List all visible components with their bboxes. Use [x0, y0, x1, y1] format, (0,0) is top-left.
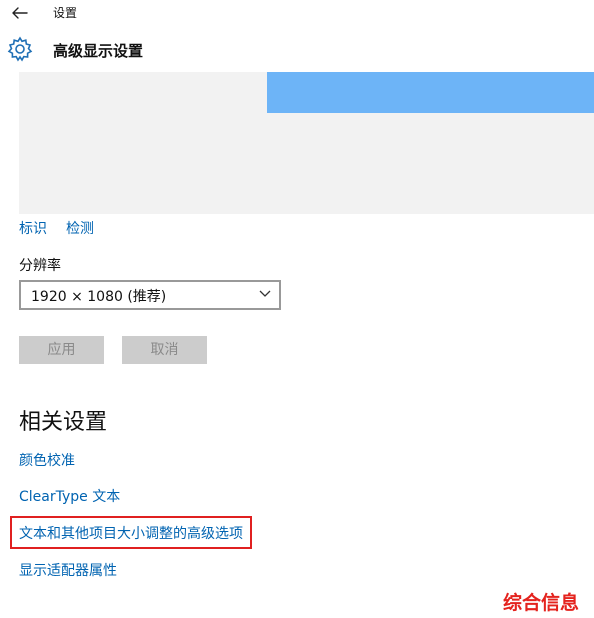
- title-bar: 设置: [0, 0, 594, 26]
- display-preview-area: [19, 72, 594, 214]
- resolution-dropdown[interactable]: 1920 × 1080 (推荐): [19, 280, 281, 310]
- cancel-button[interactable]: 取消: [122, 336, 207, 364]
- page-title: 高级显示设置: [53, 42, 144, 60]
- cleartype-text-link[interactable]: ClearType 文本: [19, 486, 120, 506]
- chevron-down-icon: [259, 290, 271, 297]
- detect-link[interactable]: 检测: [66, 218, 94, 238]
- monitor-tile[interactable]: [267, 72, 594, 113]
- apply-button[interactable]: 应用: [19, 336, 104, 364]
- resolution-label: 分辨率: [19, 258, 61, 274]
- back-button[interactable]: [8, 2, 32, 24]
- display-adapter-properties-link[interactable]: 显示适配器属性: [19, 560, 117, 580]
- page-header: 高级显示设置: [0, 30, 594, 70]
- window-title: 设置: [53, 6, 78, 20]
- resolution-value: 1920 × 1080 (推荐): [31, 289, 167, 305]
- watermark-text: 综合信息: [503, 592, 580, 614]
- back-arrow-icon: [12, 7, 28, 19]
- identify-link[interactable]: 标识: [19, 218, 47, 238]
- related-settings-heading: 相关设置: [19, 410, 108, 435]
- gear-icon: [7, 36, 33, 62]
- advanced-sizing-link[interactable]: 文本和其他项目大小调整的高级选项: [19, 523, 243, 543]
- color-calibration-link[interactable]: 颜色校准: [19, 450, 75, 470]
